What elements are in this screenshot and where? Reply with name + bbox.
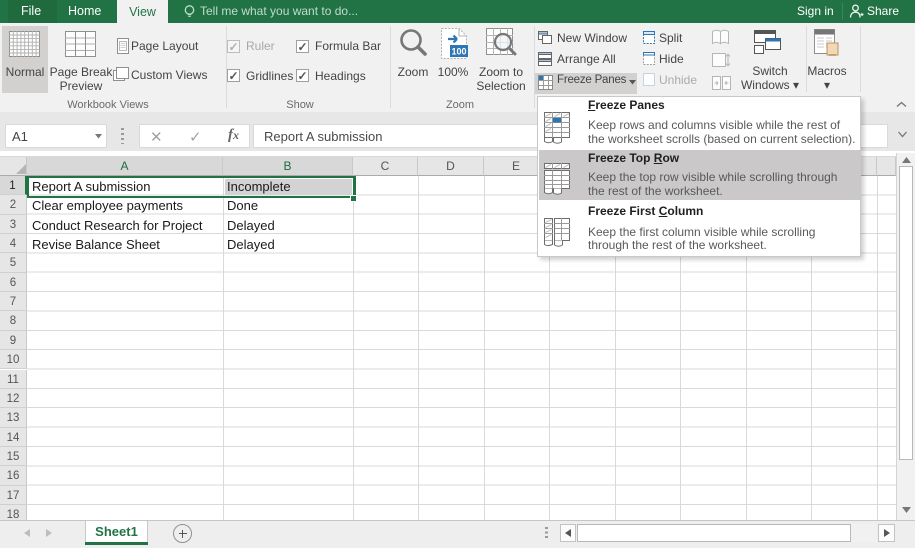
- svg-text:100: 100: [451, 47, 466, 57]
